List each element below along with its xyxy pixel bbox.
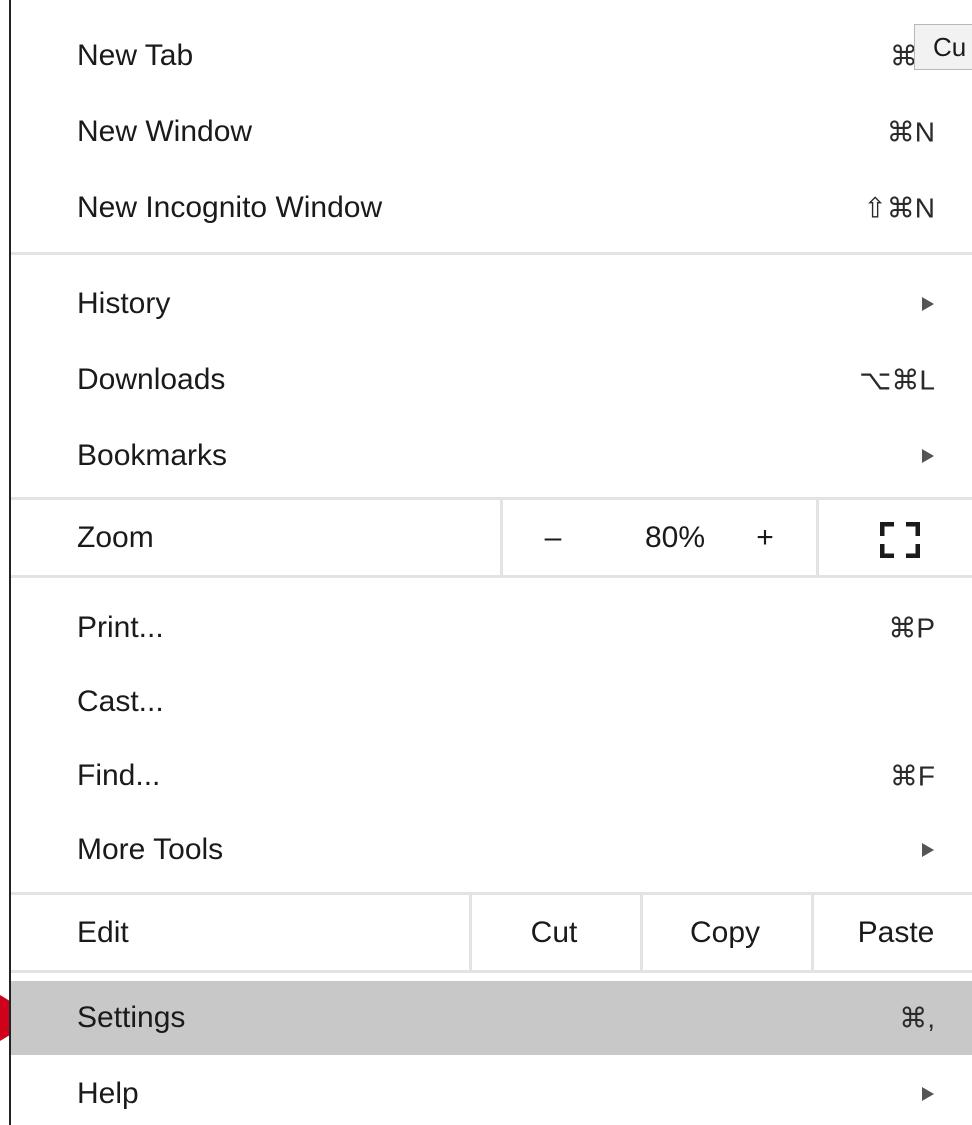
menu-separator (11, 970, 972, 973)
menu-item-label: Help (77, 1077, 139, 1110)
chrome-menu: New Tab ⌘T New Window ⌘N New Incognito W… (9, 0, 972, 1125)
menu-item-label: Print... (77, 611, 164, 644)
menu-item-shortcut: ⌘P (888, 612, 935, 644)
menu-item-label: Bookmarks (77, 439, 228, 472)
menu-item-label: Settings (77, 1001, 186, 1034)
edit-divider (811, 895, 814, 971)
zoom-level: 80% (644, 521, 706, 554)
menu-item-history[interactable]: History (11, 266, 972, 342)
menu-item-shortcut: ⇧⌘N (863, 192, 935, 224)
menu-item-shortcut: ⌘F (889, 760, 935, 792)
menu-item-label: New Window (77, 115, 253, 148)
menu-item-label: New Incognito Window (77, 191, 383, 224)
submenu-arrow-icon (922, 449, 934, 463)
zoom-out-button[interactable]: – (545, 521, 562, 555)
menu-item-bookmarks[interactable]: Bookmarks (11, 418, 972, 494)
menu-item-edit: Edit Cut Copy Paste (11, 895, 972, 971)
zoom-divider (500, 500, 503, 576)
menu-item-label: More Tools (77, 833, 224, 866)
menu-item-more-tools[interactable]: More Tools (11, 812, 972, 888)
menu-item-new-incognito-window[interactable]: New Incognito Window ⇧⌘N (11, 170, 972, 246)
fullscreen-icon[interactable] (880, 522, 920, 558)
menu-item-shortcut: ⌥⌘L (859, 364, 935, 396)
menu-separator (11, 575, 972, 578)
menu-item-label: New Tab (77, 39, 194, 72)
menu-item-label: Find... (77, 759, 161, 792)
submenu-arrow-icon (922, 843, 934, 857)
cut-button[interactable]: Cut (531, 916, 578, 950)
menu-item-new-window[interactable]: New Window ⌘N (11, 94, 972, 170)
page: New Tab ⌘T New Window ⌘N New Incognito W… (0, 0, 972, 1125)
menu-item-settings[interactable]: Settings ⌘, (11, 981, 972, 1055)
menu-item-new-tab[interactable]: New Tab ⌘T (11, 18, 972, 94)
submenu-arrow-icon (922, 1087, 934, 1101)
zoom-divider (816, 500, 819, 576)
submenu-arrow-icon (922, 297, 934, 311)
menu-item-label: Zoom (77, 521, 154, 554)
menu-item-shortcut: ⌘, (899, 1002, 935, 1034)
menu-item-help[interactable]: Help (11, 1056, 972, 1125)
menu-item-shortcut: ⌘N (886, 116, 935, 148)
tooltip: Cu (914, 24, 972, 70)
menu-item-label: History (77, 287, 171, 320)
menu-item-label: Downloads (77, 363, 226, 396)
menu-item-label: Cast... (77, 685, 164, 718)
edit-divider (469, 895, 472, 971)
menu-separator (11, 252, 972, 255)
menu-item-cast[interactable]: Cast... (11, 664, 972, 740)
menu-item-downloads[interactable]: Downloads ⌥⌘L (11, 342, 972, 418)
copy-button[interactable]: Copy (690, 916, 760, 950)
zoom-in-button[interactable]: + (756, 521, 774, 555)
menu-item-find[interactable]: Find... ⌘F (11, 738, 972, 814)
edit-divider (640, 895, 643, 971)
menu-item-zoom: Zoom – 80% + (11, 500, 972, 576)
paste-button[interactable]: Paste (858, 916, 935, 950)
menu-item-label: Edit (77, 916, 129, 949)
menu-item-print[interactable]: Print... ⌘P (11, 590, 972, 666)
